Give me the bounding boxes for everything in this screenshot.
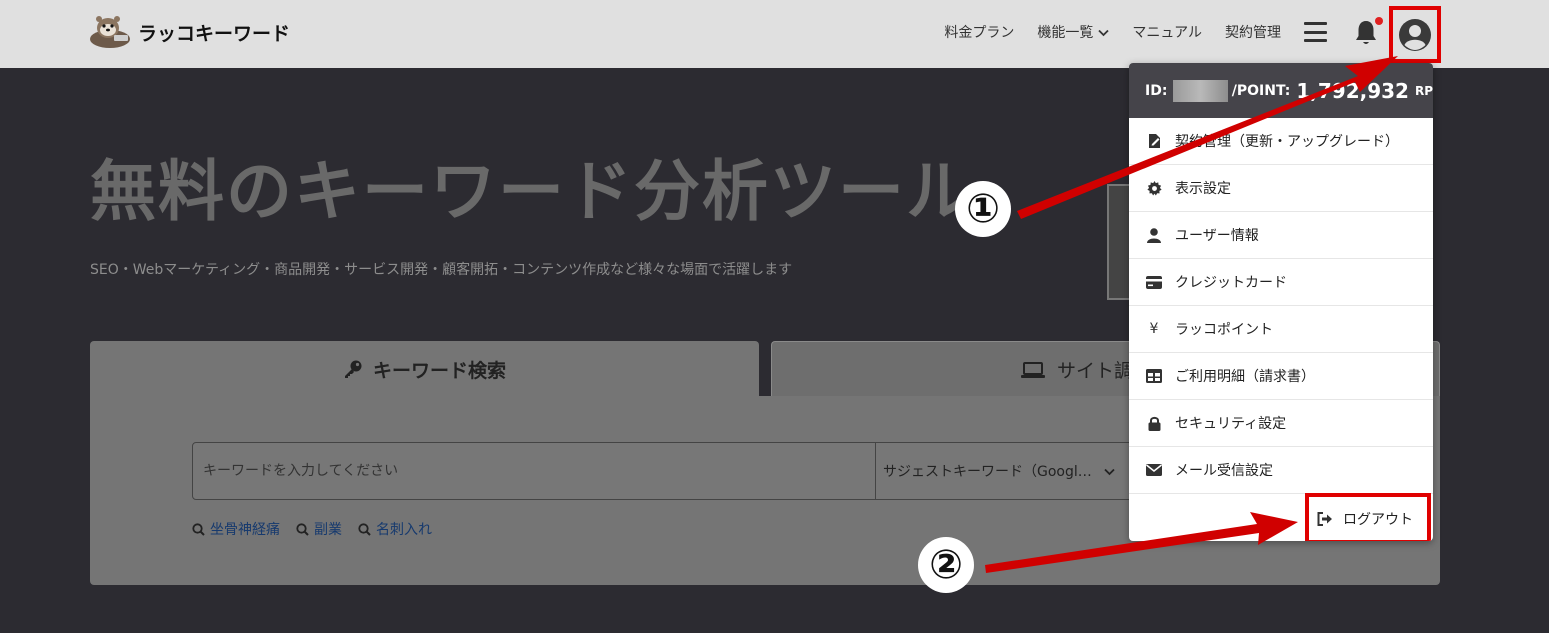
step-2-marker: ② bbox=[918, 537, 974, 593]
step-1-marker: ① bbox=[955, 181, 1011, 237]
step-1-label: ① bbox=[966, 186, 1000, 232]
annotation-arrows bbox=[985, 56, 1398, 573]
step-2-label: ② bbox=[929, 542, 963, 588]
